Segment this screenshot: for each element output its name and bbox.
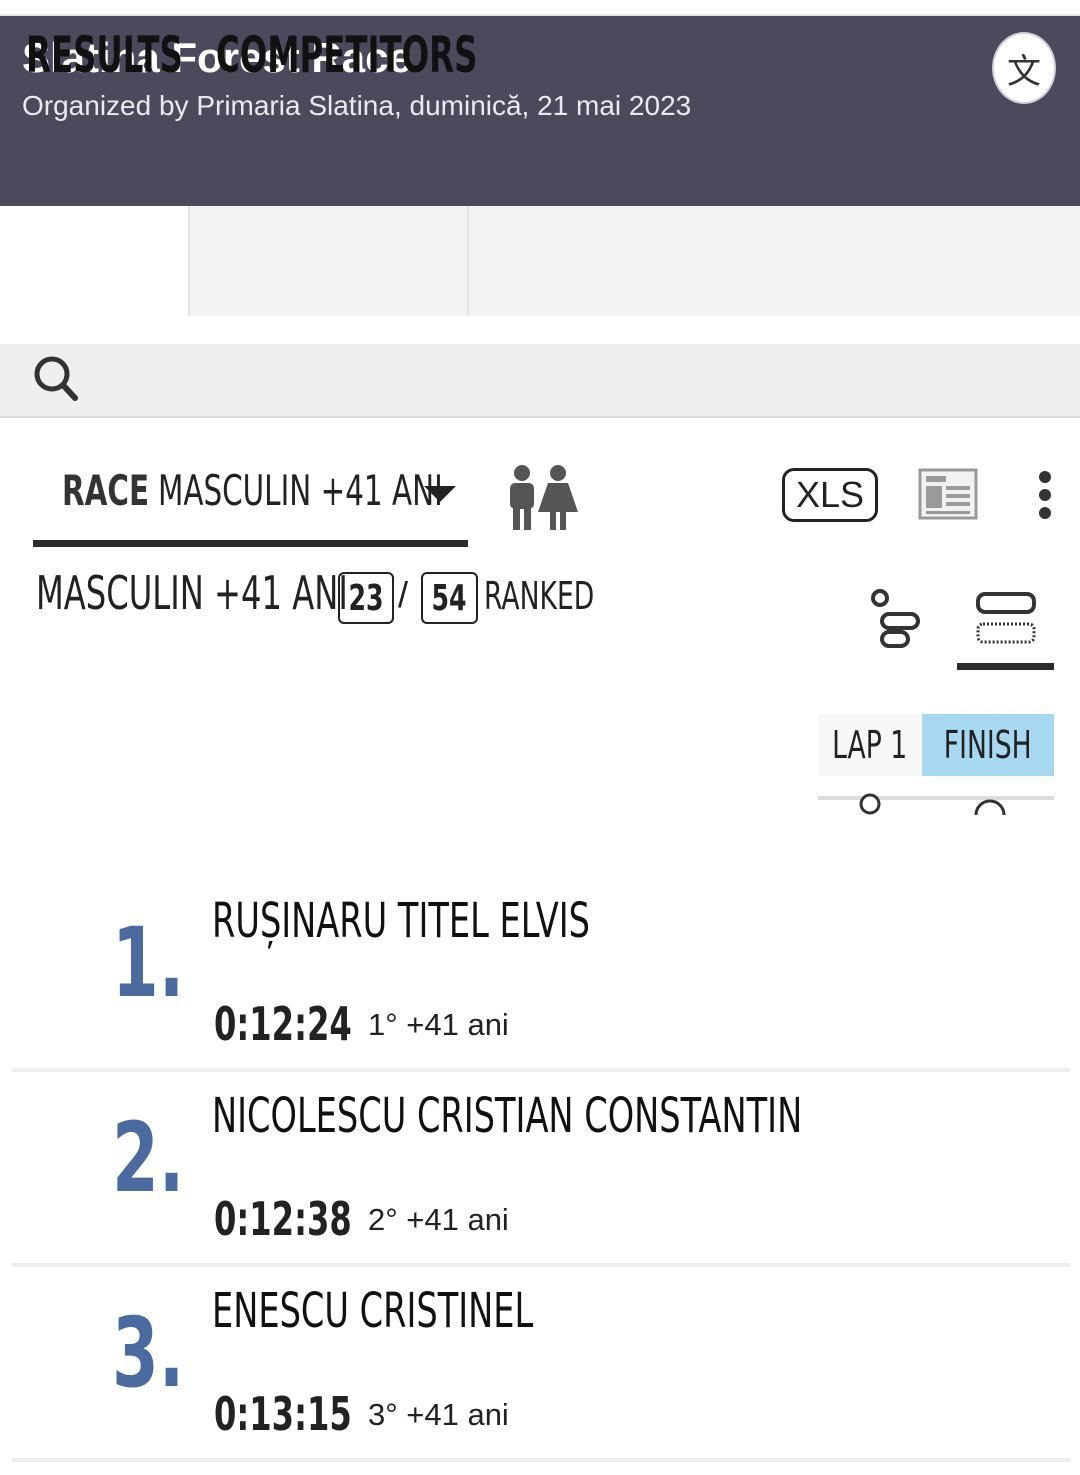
row-divider [12, 1263, 1070, 1267]
split-slider[interactable] [818, 782, 1054, 822]
result-row[interactable]: 1. RUȘINARU TITEL ELVIS 0:12:24 1° +41 a… [0, 893, 1080, 1088]
result-name[interactable]: RUȘINARU TITEL ELVIS [212, 893, 752, 949]
result-row[interactable]: 2. NICOLESCU CRISTIAN CONSTANTIN 0:12:38… [0, 1088, 1080, 1283]
result-rank: 2. [112, 1102, 185, 1214]
translate-icon: 文 [1007, 52, 1041, 91]
translate-button[interactable]: 文 [992, 32, 1056, 104]
total-count-badge: 54 [421, 572, 478, 624]
row-divider [12, 1458, 1070, 1462]
gender-filter-icon[interactable] [502, 462, 582, 532]
view-mode-underline [957, 663, 1054, 670]
tab-divider [467, 206, 469, 316]
export-xls-button[interactable]: XLS [782, 468, 878, 522]
row-divider [12, 1068, 1070, 1072]
result-name[interactable]: ENESCU CRISTINEL [212, 1283, 671, 1339]
result-rank: 3. [112, 1297, 185, 1409]
result-rank: 1. [112, 907, 185, 1019]
result-category-rank: 2° +41 ani [368, 1202, 509, 1237]
list-view-icon[interactable] [866, 586, 926, 652]
tab-results[interactable]: RESULTS [26, 0, 183, 110]
split-lap1-button[interactable]: LAP 1 [818, 714, 922, 776]
card-view-icon[interactable] [970, 590, 1040, 650]
search-icon[interactable] [32, 350, 82, 406]
tab-divider [188, 206, 190, 316]
count-separator: / [398, 574, 409, 615]
newspaper-icon[interactable] [918, 468, 978, 520]
category-title: MASCULIN +41 ANI [36, 566, 348, 620]
tab-competitors[interactable]: COMPETITORS [216, 0, 477, 110]
result-row[interactable]: 3. ENESCU CRISTINEL 0:13:15 3° +41 ani [0, 1283, 1080, 1475]
result-category-rank: 1° +41 ani [368, 1007, 509, 1042]
chevron-down-icon[interactable] [424, 486, 456, 502]
tab-results-bg [0, 206, 188, 316]
split-finish-button[interactable]: FINISH [922, 714, 1054, 776]
more-options-icon[interactable] [1032, 470, 1058, 520]
result-category-rank: 3° +41 ani [368, 1397, 509, 1432]
race-filter-underline [33, 540, 468, 547]
result-name[interactable]: NICOLESCU CRISTIAN CONSTANTIN [212, 1088, 1055, 1144]
ranked-label: RANKED [484, 574, 595, 618]
search-bar[interactable] [0, 344, 1080, 418]
ranked-count-badge: 23 [338, 572, 394, 624]
